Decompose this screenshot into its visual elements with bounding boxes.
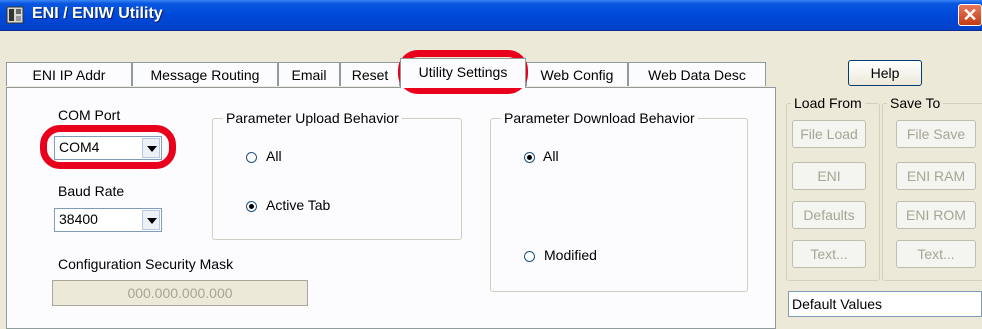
tab-label: Web Config <box>540 67 614 83</box>
tab-reset[interactable]: Reset <box>340 62 400 86</box>
download-all-label: All <box>543 148 559 164</box>
eni-ram-button[interactable]: ENI RAM <box>896 162 976 190</box>
file-load-button[interactable]: File Load <box>792 120 866 148</box>
com-port-value: COM4 <box>59 139 100 155</box>
baud-rate-value: 38400 <box>59 211 98 227</box>
window-title: ENI / ENIW Utility <box>32 5 163 22</box>
tab-label: Reset <box>351 67 389 83</box>
tab-message-routing[interactable]: Message Routing <box>132 62 278 86</box>
download-modified-label: Modified <box>544 247 597 263</box>
file-save-button[interactable]: File Save <box>896 120 976 148</box>
eni-load-button[interactable]: ENI <box>792 162 866 190</box>
download-all-radio[interactable] <box>524 152 535 163</box>
tab-label: Utility Settings <box>418 64 508 80</box>
security-mask-label: Configuration Security Mask <box>58 256 234 272</box>
com-port-select[interactable]: COM4 <box>54 136 162 160</box>
tab-web-config[interactable]: Web Config <box>526 62 628 86</box>
help-button[interactable]: Help <box>848 60 922 86</box>
security-mask-field[interactable]: 000.000.000.000 <box>52 280 308 306</box>
tab-email[interactable]: Email <box>278 62 340 86</box>
baud-rate-select[interactable]: 38400 <box>54 208 162 232</box>
eni-rom-button[interactable]: ENI ROM <box>896 201 976 229</box>
download-behavior-group: Parameter Download Behavior <box>490 110 748 292</box>
chevron-down-icon[interactable] <box>142 210 160 230</box>
upload-active-tab-label: Active Tab <box>266 197 331 213</box>
save-to-title: Save To <box>887 95 944 111</box>
upload-active-tab-radio[interactable] <box>246 201 257 212</box>
tab-label: Web Data Desc <box>648 67 746 83</box>
upload-behavior-title: Parameter Upload Behavior <box>223 110 402 126</box>
text-save-button[interactable]: Text... <box>896 240 976 268</box>
tab-utility-settings[interactable]: Utility Settings <box>400 58 526 88</box>
download-behavior-title: Parameter Download Behavior <box>501 110 698 126</box>
load-from-title: Load From <box>791 95 865 111</box>
upload-all-radio[interactable] <box>246 152 257 163</box>
app-icon <box>6 6 24 24</box>
baud-rate-label: Baud Rate <box>58 183 125 199</box>
download-modified-radio[interactable] <box>524 251 535 262</box>
tab-eni-ip-addr[interactable]: ENI IP Addr <box>6 62 132 86</box>
text-load-button[interactable]: Text... <box>792 240 866 268</box>
defaults-button[interactable]: Defaults <box>792 201 866 229</box>
chevron-down-icon[interactable] <box>142 138 160 158</box>
close-icon[interactable]: ✕ <box>958 4 982 26</box>
tab-label: ENI IP Addr <box>32 67 106 83</box>
tab-web-data-desc[interactable]: Web Data Desc <box>628 62 766 86</box>
upload-behavior-group: Parameter Upload Behavior <box>212 110 462 240</box>
status-field: Default Values <box>788 291 982 317</box>
com-port-label: COM Port <box>58 107 121 123</box>
upload-all-label: All <box>266 148 282 164</box>
title-bar: ENI / ENIW Utility ✕ <box>0 0 982 31</box>
tab-label: Message Routing <box>150 67 260 83</box>
tab-label: Email <box>291 67 327 83</box>
